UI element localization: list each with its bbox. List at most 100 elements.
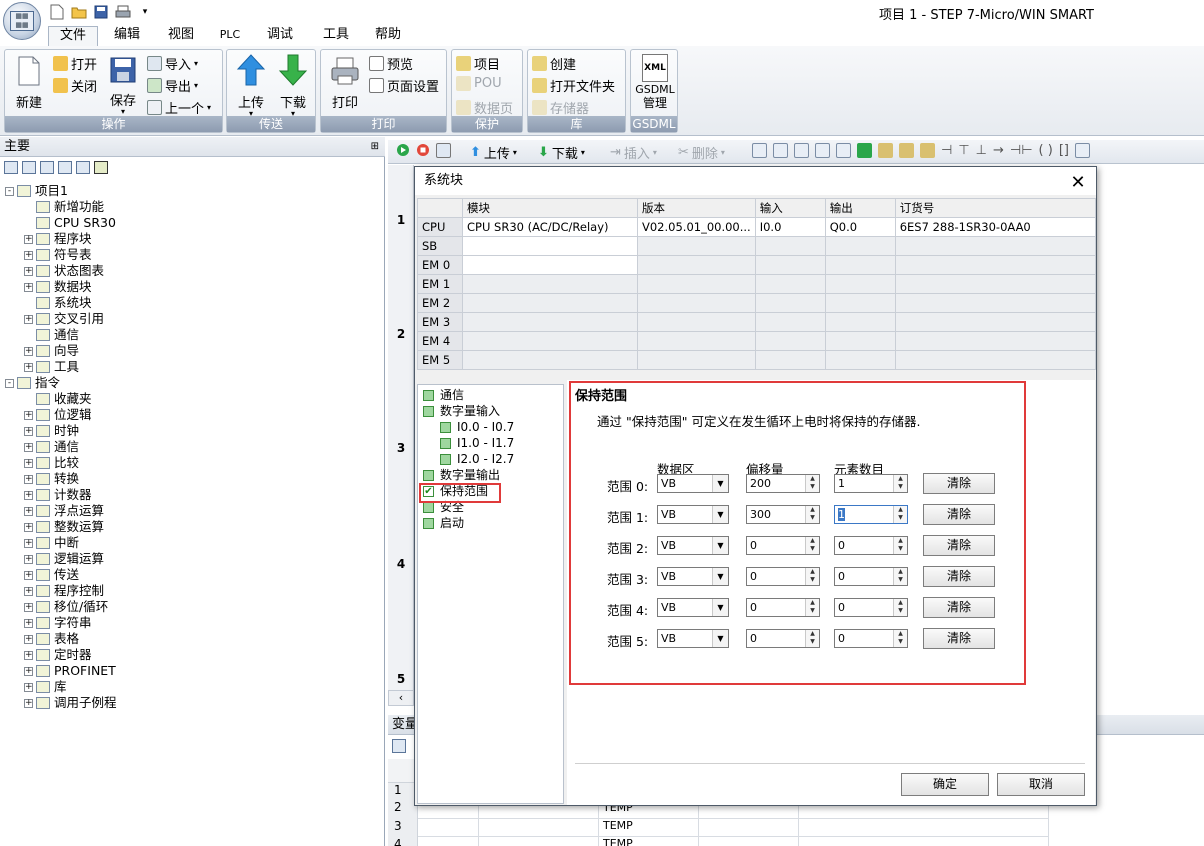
module-row[interactable]: EM 2	[417, 293, 1096, 313]
library-memory-button[interactable]: 存储器	[532, 98, 589, 117]
expand-icon[interactable]: +	[24, 426, 33, 436]
tree-item[interactable]: + 工具	[24, 359, 79, 375]
details-view-icon[interactable]	[76, 161, 90, 174]
horizontal-scroll-left-icon[interactable]: ‹	[388, 690, 414, 706]
line-right-icon[interactable]: →	[993, 143, 1004, 158]
toolbar-download-button[interactable]: ⬇ 下载 ▾	[538, 143, 585, 162]
tree-item[interactable]: + 位逻辑	[24, 407, 92, 423]
menu-file[interactable]: 文件	[48, 26, 98, 46]
spin-arrows-icon[interactable]: ▲ ▼	[805, 475, 819, 492]
cell-output[interactable]: Q0.0	[824, 217, 896, 237]
nav-item[interactable]: I0.0 - I0.7	[440, 419, 514, 435]
tree-item[interactable]: - 项目1	[5, 183, 68, 199]
expand-icon[interactable]: +	[24, 490, 33, 500]
expand-icon[interactable]: +	[24, 538, 33, 548]
offset-spinner[interactable]: 0 ▲ ▼	[746, 598, 820, 617]
offset-spinner[interactable]: 200 ▲ ▼	[746, 474, 820, 493]
spin-arrows-icon[interactable]: ▲ ▼	[893, 537, 907, 554]
expand-icon[interactable]: +	[24, 570, 33, 580]
cell-order[interactable]	[894, 236, 1096, 256]
nav-item[interactable]: 数字量输入	[423, 403, 500, 419]
expand-icon[interactable]: +	[24, 250, 33, 260]
cell-input[interactable]	[754, 331, 826, 351]
table-view-icon[interactable]	[22, 161, 36, 174]
cell-input[interactable]	[754, 350, 826, 370]
cell-order[interactable]	[894, 312, 1096, 332]
clear-bookmarks-icon[interactable]	[836, 143, 851, 158]
toolbar-delete-button[interactable]: ✂ 删除 ▾	[678, 143, 725, 162]
clear-button[interactable]: 清除	[923, 535, 995, 556]
cell-order[interactable]	[894, 350, 1096, 370]
tree-item[interactable]: + 表格	[24, 631, 79, 647]
pin-icon[interactable]: ⊞	[371, 137, 379, 157]
tree-item[interactable]: + 转换	[24, 471, 79, 487]
data-area-select[interactable]: VB ▼	[657, 629, 729, 648]
tree-item[interactable]: + 状态图表	[24, 263, 104, 279]
tree-item[interactable]: + 库	[24, 679, 67, 695]
spin-arrows-icon[interactable]: ▲ ▼	[893, 630, 907, 647]
tree-view-icon[interactable]	[4, 161, 18, 174]
expand-icon[interactable]: +	[24, 410, 33, 420]
count-spinner[interactable]: 0 ▲ ▼	[834, 536, 908, 555]
module-row[interactable]: EM 0	[417, 255, 1096, 275]
cell-output[interactable]	[824, 350, 896, 370]
menu-edit[interactable]: 编辑	[106, 26, 148, 46]
count-spinner[interactable]: 1 ▲ ▼	[834, 474, 908, 493]
nav-item[interactable]: I1.0 - I1.7	[440, 435, 514, 451]
tree-item[interactable]: + 时钟	[24, 423, 79, 439]
expand-icon[interactable]: +	[24, 314, 33, 324]
box-icon[interactable]: []	[1059, 143, 1069, 158]
tree-item[interactable]: 系统块	[24, 295, 92, 311]
tree-item[interactable]: 新增功能	[24, 199, 104, 215]
cell-module[interactable]	[462, 293, 638, 313]
cell-module[interactable]: CPU SR30 (AC/DC/Relay)	[462, 217, 638, 237]
page-setup-button[interactable]: 页面设置	[369, 76, 439, 95]
contact-icon[interactable]: ⊣⊢	[1010, 143, 1033, 158]
expand-icon[interactable]: +	[24, 346, 33, 356]
toolbar-upload-button[interactable]: ⬆ 上传 ▾	[470, 143, 517, 162]
cell-module[interactable]	[462, 274, 638, 294]
module-row[interactable]: CPU CPU SR30 (AC/DC/Relay) V02.05.01_00.00…	[417, 217, 1096, 237]
insert-row-icon[interactable]	[392, 739, 406, 753]
tree-item[interactable]: + 浮点运算	[24, 503, 104, 519]
next-bookmark-icon[interactable]	[815, 143, 830, 158]
tree-item[interactable]: + 交叉引用	[24, 311, 104, 327]
open-library-folder-button[interactable]: 打开文件夹	[532, 76, 615, 95]
spin-arrows-icon[interactable]: ▲ ▼	[893, 506, 907, 523]
expand-icon[interactable]: +	[24, 554, 33, 564]
spin-arrows-icon[interactable]: ▲ ▼	[805, 599, 819, 616]
tree-item[interactable]: + 逻辑运算	[24, 551, 104, 567]
tree-item[interactable]: CPU SR30	[24, 215, 116, 231]
cell-version[interactable]	[637, 255, 756, 275]
list-view-icon[interactable]	[58, 161, 72, 174]
protect-data-page-button[interactable]: 数据页	[456, 98, 513, 117]
tree-item[interactable]: + 字符串	[24, 615, 92, 631]
new-button[interactable]: 新建	[11, 56, 47, 111]
nav-item[interactable]: 通信	[423, 387, 464, 403]
count-spinner[interactable]: 0 ▲ ▼	[834, 629, 908, 648]
dropdown-arrow-icon[interactable]: ▼	[712, 506, 728, 523]
tree-item[interactable]: + 程序块	[24, 231, 92, 247]
expand-icon[interactable]: +	[24, 586, 33, 596]
spin-arrows-icon[interactable]: ▲ ▼	[805, 506, 819, 523]
menu-debug[interactable]: 调试	[258, 26, 302, 46]
lock-icon[interactable]	[878, 143, 893, 158]
network-icon[interactable]	[752, 143, 767, 158]
count-spinner[interactable]: 0 ▲ ▼	[834, 598, 908, 617]
tree-item[interactable]: + PROFINET	[24, 663, 116, 679]
expand-icon[interactable]: +	[24, 282, 33, 292]
count-spinner[interactable]: 0 ▲ ▼	[834, 567, 908, 586]
document-view-icon[interactable]	[40, 161, 54, 174]
collapse-icon[interactable]: -	[5, 378, 14, 388]
clear-button[interactable]: 清除	[923, 628, 995, 649]
open-button[interactable]: 打开	[53, 54, 97, 73]
dropdown-arrow-icon[interactable]: ▼	[712, 630, 728, 647]
expand-icon[interactable]: +	[24, 602, 33, 612]
cell-output[interactable]	[824, 293, 896, 313]
prev-bookmark-icon[interactable]	[794, 143, 809, 158]
import-button[interactable]: 导入 ▾	[147, 54, 198, 73]
open-folder-icon[interactable]	[70, 3, 88, 20]
cell-module[interactable]	[462, 236, 638, 256]
module-row[interactable]: EM 4	[417, 331, 1096, 351]
spin-arrows-icon[interactable]: ▲ ▼	[805, 630, 819, 647]
